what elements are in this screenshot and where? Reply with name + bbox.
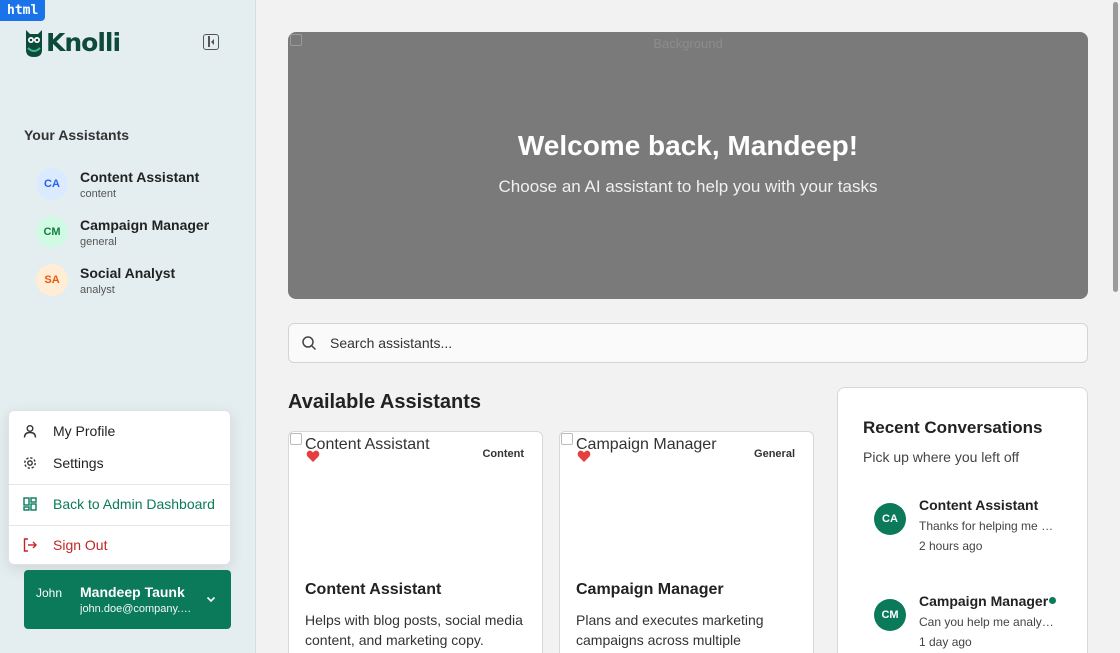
sidebar-assistant-campaign[interactable]: CM Campaign Manager general xyxy=(36,208,209,256)
search-bar xyxy=(288,323,1088,363)
user-icon xyxy=(23,424,37,438)
conversation-name-row: Campaign Manager xyxy=(919,593,1057,609)
avatar: CM xyxy=(874,599,906,631)
collapse-sidebar-icon[interactable] xyxy=(203,34,219,50)
assistant-name: Social Analyst xyxy=(80,264,176,281)
menu-divider xyxy=(9,484,230,485)
user-menu-dropdown: My Profile Settings Back to Admin Dashbo… xyxy=(8,410,231,565)
menu-item-label: Back to Admin Dashboard xyxy=(53,496,215,512)
avatar: CA xyxy=(874,503,906,535)
heart-icon[interactable] xyxy=(577,449,591,463)
assistant-list: CA Content Assistant content CM Campaign… xyxy=(36,160,209,304)
menu-item-settings[interactable]: Settings xyxy=(9,447,230,479)
menu-item-label: Sign Out xyxy=(53,537,108,553)
conversation-time: 2 hours ago xyxy=(919,539,983,553)
assistant-name: Campaign Manager xyxy=(80,216,210,233)
card-image-alt: Content Assistant xyxy=(305,436,430,453)
recent-conversations-subtitle: Pick up where you left off xyxy=(863,449,1020,465)
assistant-category: general xyxy=(80,235,117,248)
card-title: Content Assistant xyxy=(305,581,442,598)
avatar: John xyxy=(36,586,63,600)
avatar: CM xyxy=(36,216,68,248)
card-description: Helps with blog posts, social media cont… xyxy=(305,612,523,648)
category-badge: General xyxy=(754,448,795,460)
user-email: john.doe@company.com xyxy=(80,603,192,615)
menu-item-my-profile[interactable]: My Profile xyxy=(9,415,230,447)
search-icon xyxy=(302,336,317,351)
menu-item-label: Settings xyxy=(53,455,104,471)
assistant-category: content xyxy=(80,187,117,200)
sidebar-assistant-social[interactable]: SA Social Analyst analyst xyxy=(36,256,209,304)
sign-out-icon xyxy=(23,538,37,552)
assistant-name: Content Assistant xyxy=(80,168,200,185)
welcome-title: Welcome back, Mandeep! xyxy=(517,130,859,161)
dashboard-icon xyxy=(23,497,37,511)
user-account-button[interactable]: John Mandeep Taunk john.doe@company.com xyxy=(24,570,231,629)
avatar: SA xyxy=(36,264,68,296)
menu-divider xyxy=(9,525,230,526)
user-name: Mandeep Taunk xyxy=(80,584,185,600)
sidebar-assistant-content[interactable]: CA Content Assistant content xyxy=(36,160,209,208)
avatar: CA xyxy=(36,168,68,200)
card-image-alt: Campaign Manager xyxy=(576,436,717,453)
recent-conversations-heading: Recent Conversations xyxy=(863,418,1043,437)
broken-image-icon xyxy=(290,433,302,445)
owl-logo-icon xyxy=(26,30,42,57)
conversation-name: Campaign Manager xyxy=(919,593,1049,609)
conversation-time: 1 day ago xyxy=(919,635,972,649)
your-assistants-heading: Your Assistants xyxy=(24,127,130,143)
gear-icon xyxy=(23,456,37,470)
assistant-card-content[interactable]: Content Assistant Content Content Assist… xyxy=(288,431,543,653)
conversation-preview: Can you help me analyze the campaign? xyxy=(919,615,1054,629)
chevron-down-icon xyxy=(206,596,216,603)
card-description: Plans and executes marketing campaigns a… xyxy=(576,612,764,648)
assistant-category: analyst xyxy=(80,283,115,296)
sidebar: Knolli Your Assistants CA Content Assist… xyxy=(0,0,256,653)
menu-item-admin-dashboard[interactable]: Back to Admin Dashboard xyxy=(9,488,230,520)
conversation-name: Content Assistant xyxy=(919,497,1039,513)
scrollbar-thumb[interactable] xyxy=(1113,2,1118,292)
page-scrollbar[interactable] xyxy=(1111,0,1120,653)
menu-item-sign-out[interactable]: Sign Out xyxy=(9,529,230,561)
heart-icon[interactable] xyxy=(306,449,320,463)
welcome-subtitle: Choose an AI assistant to help you with … xyxy=(498,177,878,196)
menu-item-label: My Profile xyxy=(53,423,116,439)
broken-image-icon xyxy=(561,433,573,445)
logo[interactable]: Knolli xyxy=(24,26,121,58)
category-badge: Content xyxy=(482,448,524,460)
banner-image-alt: Background xyxy=(653,36,723,51)
available-assistants-heading: Available Assistants xyxy=(288,391,482,413)
conversation-preview: Thanks for helping me with the blog post… xyxy=(919,519,1054,533)
unread-dot xyxy=(1049,597,1057,604)
search-input[interactable] xyxy=(330,335,1030,351)
recent-conversations-panel: Recent Conversations Pick up where you l… xyxy=(837,387,1088,653)
assistant-card-campaign[interactable]: Campaign Manager General Campaign Manage… xyxy=(559,431,814,653)
welcome-banner: Background Welcome back, Mandeep! Choose… xyxy=(288,32,1088,299)
devtools-element-tag: html xyxy=(0,0,46,21)
brand-name: Knolli xyxy=(46,27,121,57)
card-title: Campaign Manager xyxy=(576,581,724,598)
